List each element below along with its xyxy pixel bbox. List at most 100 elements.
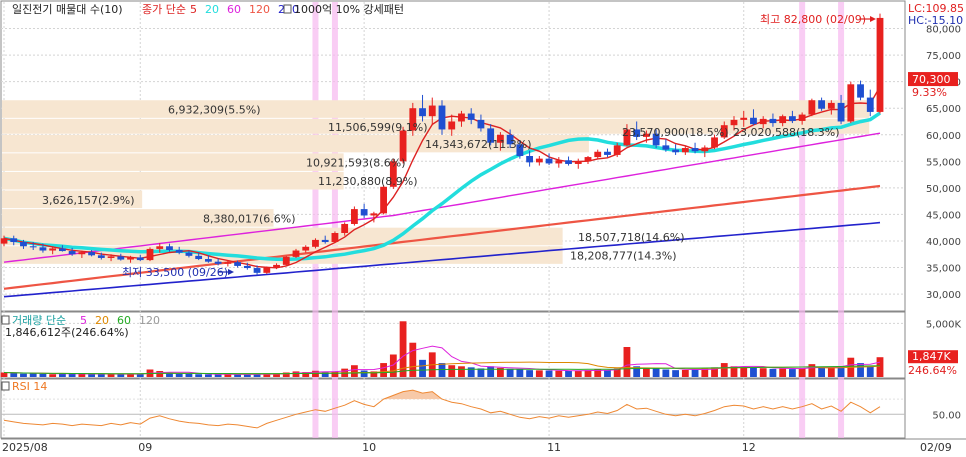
volume-checkbox-icon[interactable] xyxy=(2,316,9,324)
volume-bar xyxy=(808,364,815,377)
candle-body xyxy=(468,114,475,120)
volume-bar xyxy=(662,370,669,378)
volume-bar xyxy=(536,370,543,377)
candle-body xyxy=(293,251,300,257)
volume-bar xyxy=(546,371,553,377)
x-tick-label: 2025/08 xyxy=(2,441,48,454)
candle-body xyxy=(215,262,222,264)
candle-body xyxy=(78,252,85,254)
candle-body xyxy=(322,240,329,242)
candle-body xyxy=(662,145,669,149)
indicator-period: 20 xyxy=(205,3,219,16)
volume-bar xyxy=(565,371,572,377)
volume-tick: 5,000K xyxy=(926,319,962,330)
candle-body xyxy=(614,145,621,155)
volume-bar xyxy=(10,373,17,377)
rsi-checkbox-icon[interactable] xyxy=(2,382,9,390)
volume-bar xyxy=(69,374,76,377)
volume-bar xyxy=(799,368,806,377)
y-tick-label: 35,000 xyxy=(926,264,961,275)
candle-body xyxy=(59,248,66,251)
volume-bar xyxy=(215,375,222,377)
volume-bar xyxy=(692,370,699,378)
candle-body xyxy=(380,187,387,214)
volume-ratio: 246.64% xyxy=(908,364,957,377)
volume-profile-label: 11,506,599(9.1%) xyxy=(328,121,428,134)
x-tick-label: 10 xyxy=(362,441,376,454)
volume-period: 120 xyxy=(139,314,160,327)
candle-body xyxy=(98,255,105,258)
x-tick-label: 11 xyxy=(547,441,561,454)
candle-body xyxy=(740,118,747,120)
y-tick-label: 75,000 xyxy=(926,51,961,62)
candle-body xyxy=(419,108,426,116)
candle-body xyxy=(458,114,465,122)
candle-body xyxy=(147,249,154,260)
candle-body xyxy=(283,257,290,265)
y-tick-label: 30,000 xyxy=(926,290,961,301)
volume-bar xyxy=(682,370,689,377)
candle-body xyxy=(526,156,533,162)
candle-body xyxy=(439,106,446,130)
volume-bar xyxy=(487,366,494,377)
indicator-period: 5 xyxy=(190,3,197,16)
candle-body xyxy=(10,238,17,242)
candle-body xyxy=(254,268,261,273)
last-price: 70,300 xyxy=(912,73,951,86)
chart-svg: 80,00075,00070,00065,00060,00055,00050,0… xyxy=(0,0,966,454)
candle-body xyxy=(750,118,757,124)
candle-body xyxy=(828,103,835,109)
candle-body xyxy=(575,161,582,164)
candle-body xyxy=(808,100,815,114)
volume-bar xyxy=(828,368,835,377)
indicator-period: 60 xyxy=(227,3,241,16)
candle-body xyxy=(40,247,47,250)
volume-bar xyxy=(156,371,163,377)
chart-title: 일진전기 매물대 수(10) xyxy=(12,2,123,16)
volume-bar xyxy=(293,371,300,377)
volume-bar xyxy=(604,370,611,377)
candle-body xyxy=(69,251,76,254)
candle-body xyxy=(672,150,679,153)
volume-bar xyxy=(205,374,212,377)
volume-bar xyxy=(516,369,523,377)
candle-body xyxy=(867,98,874,112)
volume-bar xyxy=(643,368,650,377)
y-tick-label: 60,000 xyxy=(926,131,961,142)
candle-body xyxy=(234,262,241,266)
candle-body xyxy=(186,253,193,256)
volume-bar xyxy=(857,363,864,377)
volume-bar xyxy=(555,371,562,377)
pattern-checkbox-icon[interactable] xyxy=(284,5,291,13)
volume-bar xyxy=(575,371,582,377)
candle-body xyxy=(770,119,777,123)
y-tick-label: 55,000 xyxy=(926,157,961,168)
volume-bar xyxy=(49,374,56,377)
candle-body xyxy=(361,209,368,215)
candle-body xyxy=(156,246,163,249)
volume-bar xyxy=(585,370,592,377)
volume-bar xyxy=(779,369,786,377)
volume-bar xyxy=(88,374,95,377)
candle-body xyxy=(555,160,562,163)
candle-body xyxy=(546,159,553,164)
volume-profile-label: 10,921,593(8.6%) xyxy=(306,157,406,170)
volume-bar xyxy=(98,374,105,377)
volume-profile-label: 11,230,880(8.9%) xyxy=(318,175,418,188)
candle-body xyxy=(779,116,786,123)
volume-bar xyxy=(750,368,757,377)
volume-bar xyxy=(137,374,144,377)
candle-body xyxy=(312,240,319,247)
volume-bar xyxy=(30,373,37,377)
y-tick-label: 40,000 xyxy=(926,237,961,248)
candle-body xyxy=(594,152,601,157)
candle-body xyxy=(701,148,708,152)
candle-body xyxy=(195,256,202,259)
candle-body xyxy=(1,238,8,243)
candle-body xyxy=(224,262,231,264)
candle-body xyxy=(448,121,455,129)
last-change: 9.33% xyxy=(912,86,947,99)
volume-profile-label: 14,343,672(11.3%) xyxy=(425,138,532,151)
candle-body xyxy=(351,209,358,224)
volume-bar xyxy=(672,370,679,377)
